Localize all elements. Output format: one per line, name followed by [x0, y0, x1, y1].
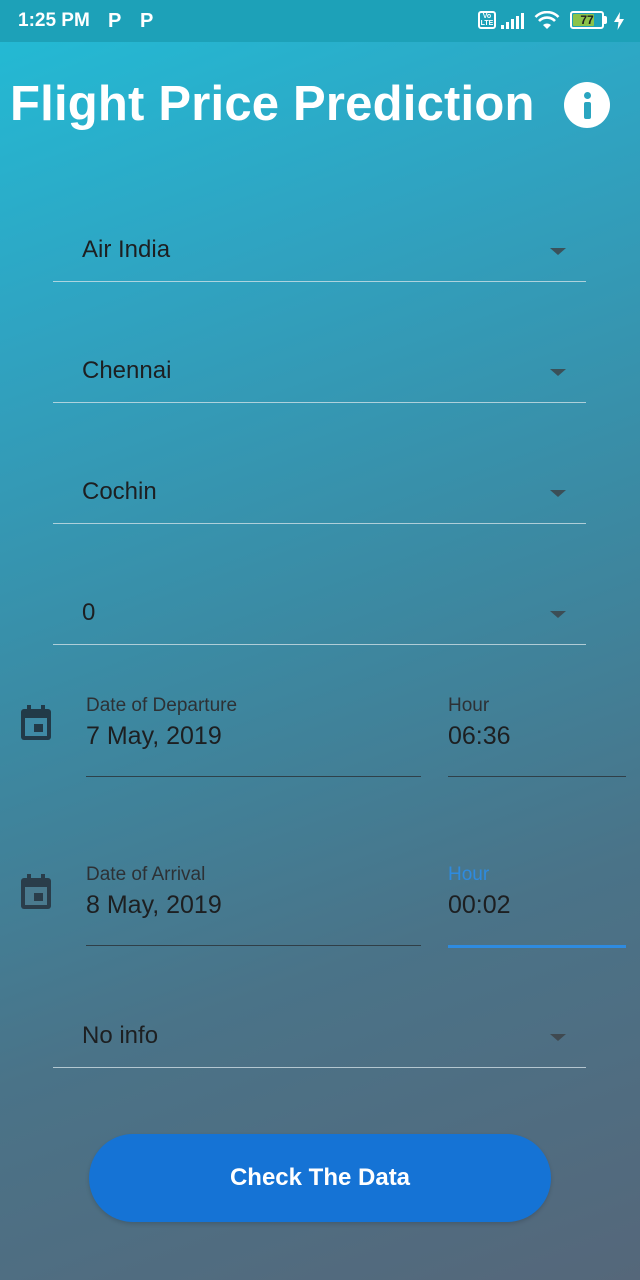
stops-dropdown[interactable]: 0: [53, 585, 586, 645]
arrival-date-field[interactable]: Date of Arrival 8 May, 2019: [86, 864, 421, 946]
departure-date-field[interactable]: Date of Departure 7 May, 2019: [86, 695, 421, 777]
departure-date-value: 7 May, 2019: [86, 722, 222, 750]
stops-value: 0: [82, 599, 96, 626]
wifi-icon: [534, 11, 560, 29]
field-underline-focused: [448, 945, 626, 948]
dropdown-arrow-icon: [550, 1034, 566, 1041]
departure-date-label: Date of Departure: [86, 695, 238, 716]
airline-value: Air India: [82, 236, 171, 263]
calendar-icon[interactable]: [19, 704, 53, 742]
departure-hour-value: 06:36: [448, 722, 511, 750]
check-data-button[interactable]: Check The Data: [89, 1134, 551, 1222]
dropdown-arrow-icon: [550, 611, 566, 618]
battery-icon: 77: [570, 11, 604, 29]
departure-hour-label: Hour: [448, 695, 490, 716]
destination-value: Cochin: [82, 478, 157, 505]
destination-dropdown[interactable]: Cochin: [53, 464, 586, 524]
field-underline: [86, 944, 421, 946]
dropdown-arrow-icon: [550, 490, 566, 497]
dropdown-arrow-icon: [550, 248, 566, 255]
status-time: 1:25 PM: [18, 10, 90, 31]
arrival-hour-field[interactable]: Hour 00:02: [448, 864, 626, 948]
field-underline: [448, 775, 626, 777]
battery-level: 77: [580, 13, 594, 27]
source-dropdown[interactable]: Chennai: [53, 343, 586, 403]
notification-p-icon: P: [140, 10, 154, 32]
page-title: Flight Price Prediction: [10, 77, 535, 131]
signal-icon: [501, 13, 524, 29]
arrival-date-value: 8 May, 2019: [86, 891, 222, 919]
airline-dropdown[interactable]: Air India: [53, 222, 586, 282]
arrival-hour-value: 00:02: [448, 891, 511, 919]
departure-hour-field[interactable]: Hour 06:36: [448, 695, 626, 777]
additional-info-dropdown[interactable]: No info: [53, 1008, 586, 1068]
dropdown-arrow-icon: [550, 369, 566, 376]
info-icon: [584, 92, 591, 99]
calendar-icon[interactable]: [19, 873, 53, 911]
status-bar: 1:25 PM P P Vo LTE 77: [0, 0, 640, 42]
info-icon-stem: [584, 102, 591, 119]
additional-info-value: No info: [82, 1022, 159, 1049]
notification-p-icon: P: [108, 10, 122, 32]
charging-bolt-icon: [614, 12, 624, 30]
arrival-hour-label: Hour: [448, 864, 490, 885]
arrival-date-label: Date of Arrival: [86, 864, 206, 885]
status-indicators: Vo LTE 77: [478, 9, 628, 33]
info-button[interactable]: [564, 82, 610, 128]
volte-icon: Vo LTE: [478, 11, 496, 29]
battery-tip: [604, 16, 607, 24]
source-value: Chennai: [82, 357, 172, 384]
field-underline: [86, 775, 421, 777]
